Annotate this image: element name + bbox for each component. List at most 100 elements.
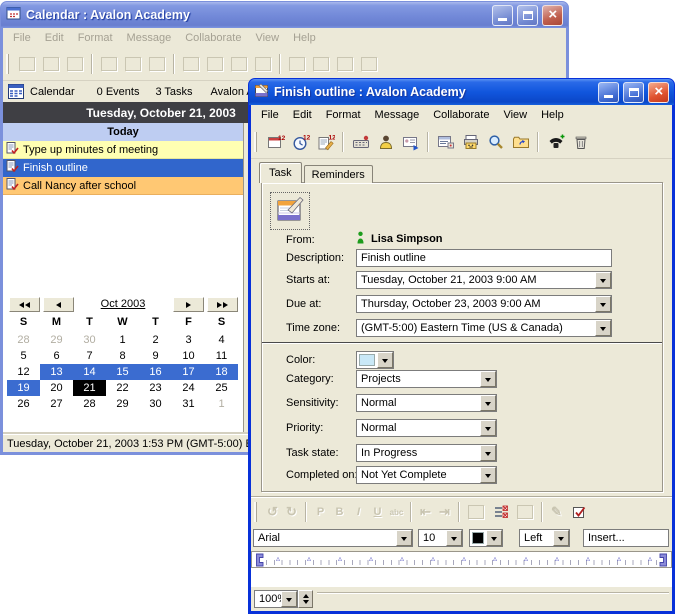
dropdown-arrow-icon[interactable] [486, 530, 502, 546]
new-reminder-icon[interactable]: 12 [288, 129, 313, 154]
delete-icon[interactable] [568, 129, 593, 154]
menu-item-view[interactable]: View [496, 106, 534, 124]
tab-stop-marker[interactable]: ▵ [338, 555, 342, 563]
dropdown-arrow-icon[interactable] [595, 320, 611, 336]
menu-item-view[interactable]: View [248, 29, 286, 47]
mini-calendar-day[interactable]: 12 [7, 364, 40, 380]
minimize-button[interactable] [598, 82, 619, 103]
minimize-button[interactable] [492, 5, 513, 26]
zoom-spinner[interactable] [298, 590, 313, 608]
tab-stop-marker[interactable]: ▵ [586, 555, 590, 563]
menu-item-edit[interactable]: Edit [286, 106, 319, 124]
mini-calendar-day[interactable]: 29 [40, 332, 73, 348]
mini-calendar-day[interactable]: 30 [73, 332, 106, 348]
new-task-icon[interactable]: 12 [313, 129, 338, 154]
maximize-button[interactable] [517, 5, 538, 26]
underline-icon[interactable]: U [368, 506, 387, 518]
prev-year-button[interactable] [9, 297, 40, 312]
day-view-icon[interactable] [179, 53, 203, 76]
redo-icon[interactable]: ↻ [282, 504, 301, 520]
find-icon[interactable] [483, 129, 508, 154]
mini-calendar-day[interactable]: 16 [139, 364, 172, 380]
mini-calendar-day[interactable]: 22 [106, 380, 139, 396]
menu-item-help[interactable]: Help [286, 29, 323, 47]
task-row[interactable]: Type up minutes of meeting [3, 141, 243, 159]
tab-stop-marker[interactable]: ▵ [276, 555, 280, 563]
print-icon[interactable] [458, 129, 483, 154]
mini-calendar-day[interactable]: 7 [73, 348, 106, 364]
mini-calendar-day[interactable]: 4 [205, 332, 238, 348]
tab-stop-marker[interactable]: ▵ [524, 555, 528, 563]
tab-stop-marker[interactable]: ▵ [369, 555, 373, 563]
meeting-icon[interactable] [348, 129, 373, 154]
tab-task[interactable]: Task [259, 162, 302, 183]
mini-calendar-day[interactable]: 26 [7, 396, 40, 412]
close-button[interactable]: × [648, 82, 669, 103]
insert-dropdown[interactable]: Insert... [583, 529, 669, 547]
outdent-icon[interactable]: ⇤ [416, 504, 435, 520]
tab-stop-marker[interactable]: ▵ [617, 555, 621, 563]
dial-phone-icon[interactable] [543, 129, 568, 154]
italic-icon[interactable]: I [349, 506, 368, 518]
toolbar-grip[interactable] [6, 54, 9, 74]
mini-calendar-day[interactable]: 9 [139, 348, 172, 364]
mini-calendar-day[interactable]: 14 [73, 364, 106, 380]
menu-item-format[interactable]: Format [71, 29, 120, 47]
ruler[interactable]: ▵▵▵▵▵▵▵▵▵▵▵▵▵ [251, 551, 672, 568]
menu-item-collaborate[interactable]: Collaborate [178, 29, 248, 47]
undo-icon[interactable]: ↺ [263, 504, 282, 520]
mini-calendar-day[interactable]: 17 [172, 364, 205, 380]
mini-calendar-day[interactable]: 23 [139, 380, 172, 396]
sensitivity-dropdown[interactable]: Normal [356, 394, 497, 412]
message-body-editor[interactable] [251, 568, 672, 588]
font-color-dropdown[interactable] [469, 529, 503, 547]
paragraph-style-icon[interactable]: P [311, 506, 330, 518]
mini-calendar-day[interactable]: 29 [106, 396, 139, 412]
mini-calendar-day[interactable]: 5 [7, 348, 40, 364]
indent-icon[interactable]: ⇥ [435, 504, 454, 520]
flag-icon[interactable] [121, 53, 145, 76]
dropdown-arrow-icon[interactable] [396, 530, 412, 546]
folder-icon[interactable] [285, 53, 309, 76]
font-family-dropdown[interactable]: Arial [253, 529, 413, 547]
dropdown-arrow-icon[interactable] [553, 530, 569, 546]
tab-stop-marker[interactable]: ▵ [493, 555, 497, 563]
menu-item-file[interactable]: File [254, 106, 286, 124]
mini-calendar-day[interactable]: 20 [40, 380, 73, 396]
new-appointment-icon[interactable]: 12 [263, 129, 288, 154]
mini-calendar-day[interactable]: 15 [106, 364, 139, 380]
tab-stop-marker[interactable]: ▵ [431, 555, 435, 563]
bold-icon[interactable]: B [330, 506, 349, 518]
mini-calendar-day[interactable]: 28 [7, 332, 40, 348]
new-reminder-icon[interactable] [39, 53, 63, 76]
dropdown-arrow-icon[interactable] [480, 420, 496, 436]
next-month-button[interactable] [173, 297, 204, 312]
menu-item-file[interactable]: File [6, 29, 38, 47]
mini-calendar-day[interactable]: 2 [139, 332, 172, 348]
tab-stop-marker[interactable]: ▵ [555, 555, 559, 563]
new-appointment-icon[interactable] [15, 53, 39, 76]
task-row-selected[interactable]: Finish outline [3, 159, 243, 177]
menu-item-help[interactable]: Help [534, 106, 571, 124]
address-card-icon[interactable] [398, 129, 423, 154]
dropdown-arrow-icon[interactable] [595, 296, 611, 312]
mini-calendar-day[interactable]: 25 [205, 380, 238, 396]
mini-calendar-day[interactable]: 6 [40, 348, 73, 364]
mini-calendar-day[interactable]: 18 [205, 364, 238, 380]
color-dropdown[interactable] [356, 351, 394, 369]
category-dropdown[interactable]: Projects [356, 370, 497, 388]
tab-stop-marker[interactable]: ▵ [307, 555, 311, 563]
tab-stop-marker[interactable]: ▵ [648, 555, 652, 563]
task-row[interactable]: Call Nancy after school [3, 177, 243, 195]
mini-calendar-day[interactable]: 1 [106, 332, 139, 348]
strikethrough-icon[interactable]: abc [387, 508, 406, 517]
menu-item-message[interactable]: Message [368, 106, 427, 124]
mini-calendar-day[interactable]: 31 [172, 396, 205, 412]
description-input[interactable]: Finish outline [356, 249, 612, 267]
task-state-dropdown[interactable]: In Progress [356, 444, 497, 462]
month-view-icon[interactable] [251, 53, 275, 76]
task-form-icon[interactable] [271, 193, 309, 229]
mini-calendar-day[interactable]: 8 [106, 348, 139, 364]
mini-calendar-day[interactable]: 11 [205, 348, 238, 364]
tab-reminders[interactable]: Reminders [304, 165, 373, 183]
